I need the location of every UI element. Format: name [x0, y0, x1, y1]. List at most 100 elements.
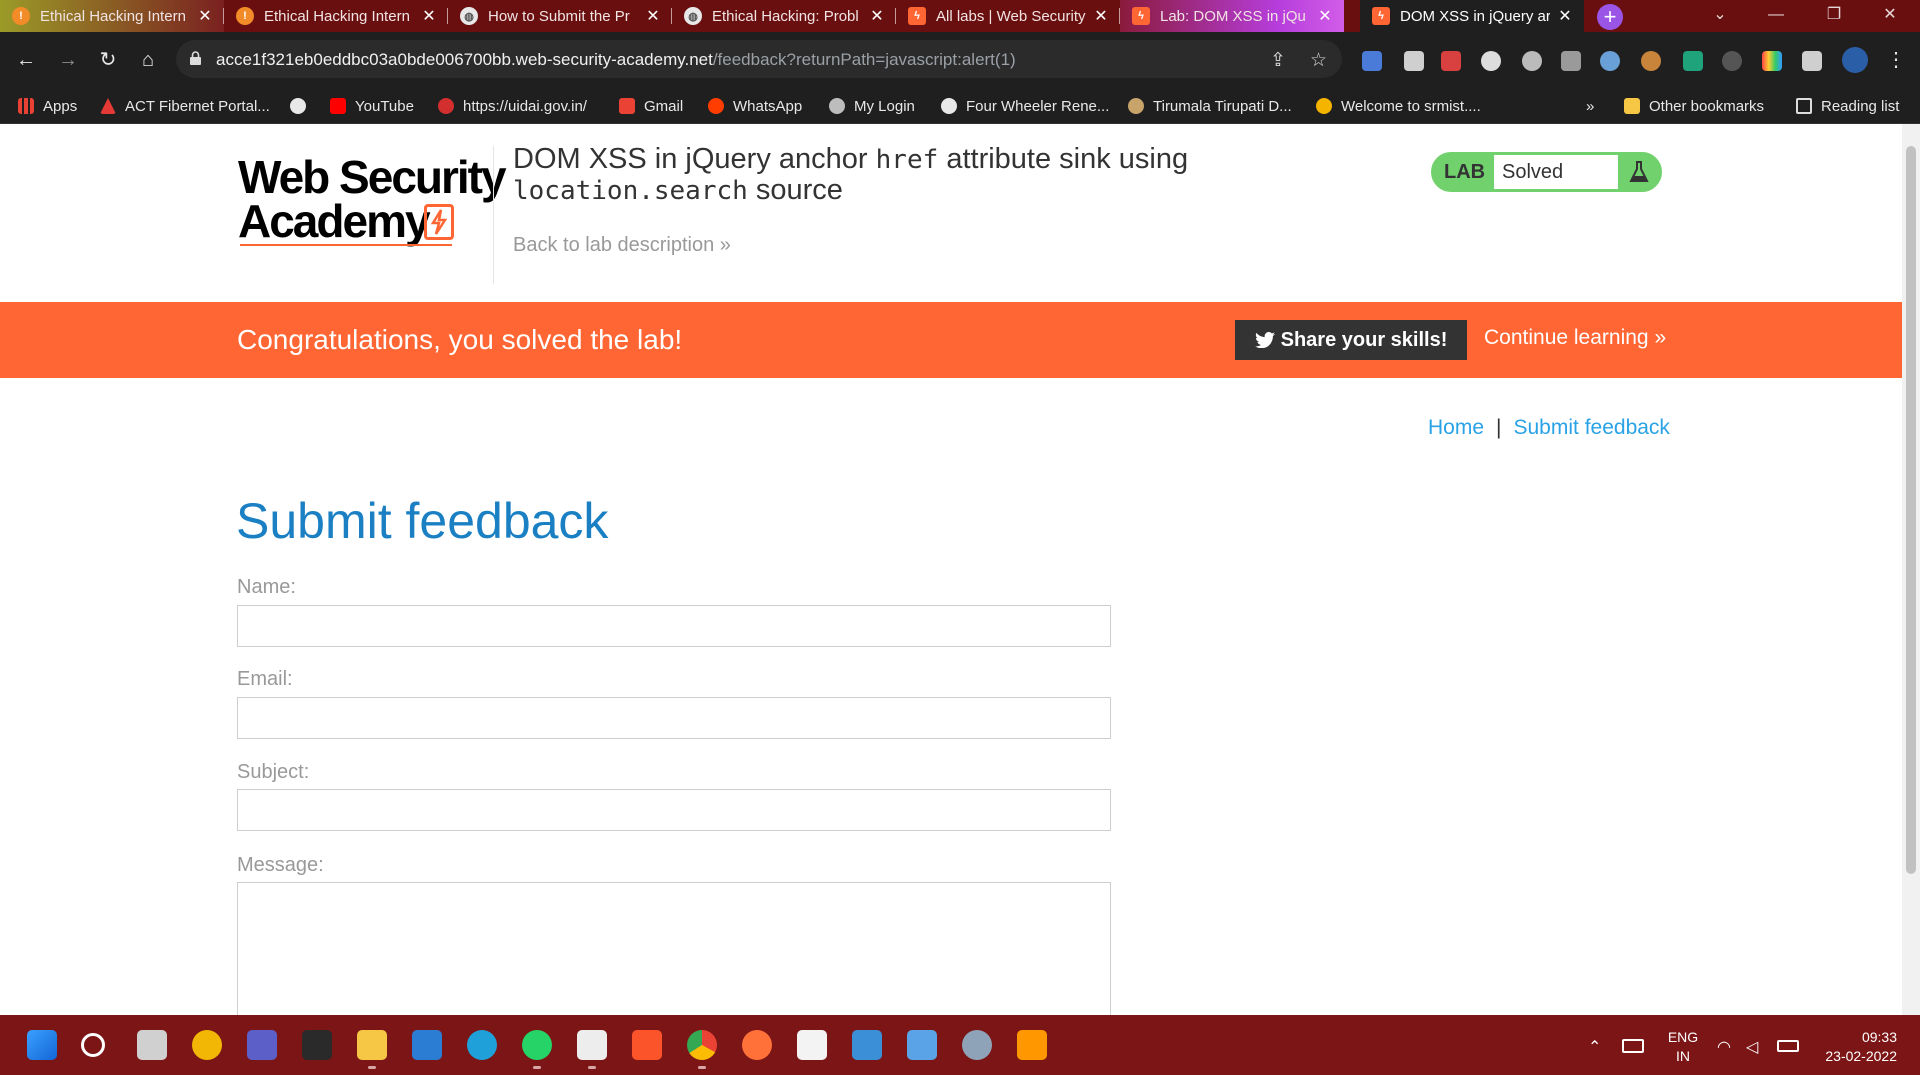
- bookmark-tirumala[interactable]: Tirumala Tirupati D...: [1128, 96, 1292, 116]
- extension-icon[interactable]: [1561, 51, 1581, 71]
- sublime-text-icon[interactable]: [1017, 1030, 1047, 1060]
- bookmark-my-login[interactable]: My Login: [829, 96, 915, 116]
- share-skills-button[interactable]: Share your skills!: [1235, 320, 1467, 360]
- close-tab-icon[interactable]: ✕: [868, 6, 886, 26]
- teams-chat-icon[interactable]: [247, 1030, 277, 1060]
- page-scrollbar[interactable]: [1902, 124, 1920, 1015]
- wifi-icon[interactable]: ◠: [1717, 1037, 1739, 1056]
- bookmarks-overflow-button[interactable]: »: [1586, 96, 1594, 116]
- bookmark-star-icon[interactable]: ☆: [1310, 49, 1327, 72]
- tab-title: Ethical Hacking: Probl: [712, 7, 859, 25]
- photos-icon[interactable]: [852, 1030, 882, 1060]
- globe-icon: ◍: [460, 7, 478, 25]
- close-tab-icon[interactable]: ✕: [196, 6, 214, 26]
- message-textarea[interactable]: [237, 882, 1111, 1015]
- mail-icon[interactable]: [412, 1030, 442, 1060]
- subject-field[interactable]: [237, 789, 1111, 831]
- back-arrow-icon[interactable]: ←: [12, 46, 40, 74]
- battery-icon[interactable]: [1777, 1040, 1799, 1052]
- browser-tab[interactable]: ◍ Ethical Hacking: Probl ✕: [672, 0, 896, 32]
- continue-learning-link[interactable]: Continue learning »: [1484, 326, 1666, 350]
- firefox-icon[interactable]: [742, 1030, 772, 1060]
- clock[interactable]: 09:33 23-02-2022: [1817, 1028, 1897, 1066]
- snipping-tool-icon[interactable]: [577, 1030, 607, 1069]
- other-bookmarks-folder[interactable]: Other bookmarks: [1624, 96, 1764, 116]
- menu-dots-icon[interactable]: ⋮: [1882, 46, 1910, 74]
- speaker-muted-icon[interactable]: ◁: [1746, 1037, 1768, 1056]
- close-window-button[interactable]: ✕: [1862, 0, 1918, 30]
- bookmark-srmist[interactable]: Welcome to srmist....: [1316, 96, 1481, 116]
- profile-avatar[interactable]: [1842, 47, 1868, 73]
- brave-icon[interactable]: [632, 1030, 662, 1060]
- url-text[interactable]: acce1f321eb0eddbc03a0bde006700bb.web-sec…: [216, 50, 1016, 70]
- bookmark-gmail[interactable]: Gmail: [619, 96, 683, 116]
- close-tab-icon[interactable]: ✕: [1556, 6, 1574, 26]
- browser-tab[interactable]: ϟ All labs | Web Security ✕: [896, 0, 1120, 32]
- input-language[interactable]: ENG IN: [1665, 1028, 1701, 1066]
- browser-tab[interactable]: ! Ethical Hacking Intern ✕: [0, 0, 224, 32]
- name-field[interactable]: [237, 605, 1111, 647]
- bookmark-apps[interactable]: Apps: [18, 96, 77, 116]
- browser-tab[interactable]: ◍ How to Submit the Pr ✕: [448, 0, 672, 32]
- extension-icon[interactable]: [1600, 51, 1620, 71]
- task-view-icon[interactable]: [137, 1030, 167, 1060]
- browser-tab[interactable]: ϟ Lab: DOM XSS in jQu ✕: [1120, 0, 1344, 32]
- whatsapp-icon[interactable]: [522, 1030, 552, 1069]
- bookmark-youtube[interactable]: YouTube: [330, 96, 414, 116]
- bookmark-four-wheeler[interactable]: Four Wheeler Rene...: [941, 96, 1109, 116]
- home-icon[interactable]: ⌂: [134, 46, 162, 74]
- forward-arrow-icon[interactable]: →: [54, 46, 82, 74]
- share-icon[interactable]: ⇪: [1270, 49, 1286, 72]
- store-icon[interactable]: [797, 1030, 827, 1060]
- edge-icon[interactable]: [467, 1030, 497, 1060]
- reading-list-button[interactable]: Reading list: [1796, 96, 1899, 116]
- solved-banner: Congratulations, you solved the lab! Sha…: [0, 302, 1902, 378]
- web-security-academy-logo[interactable]: Web Security Academy: [238, 150, 507, 250]
- windows-start-icon[interactable]: [27, 1030, 57, 1060]
- close-tab-icon[interactable]: ✕: [420, 6, 438, 26]
- shield-extension-icon[interactable]: [1683, 51, 1703, 71]
- close-tab-icon[interactable]: ✕: [1316, 6, 1334, 26]
- file-explorer-icon[interactable]: [357, 1030, 387, 1069]
- minimize-button[interactable]: —: [1748, 0, 1804, 30]
- clipboard-extension-icon[interactable]: [1404, 51, 1424, 71]
- lock-icon[interactable]: [190, 51, 201, 65]
- restore-button[interactable]: ❐: [1806, 0, 1862, 30]
- widgets-icon[interactable]: [192, 1030, 222, 1060]
- terminal-icon[interactable]: [302, 1030, 332, 1060]
- header-divider: [493, 146, 494, 284]
- close-tab-icon[interactable]: ✕: [1092, 6, 1110, 26]
- reload-icon[interactable]: ↻: [94, 46, 122, 74]
- breadcrumb-home-link[interactable]: Home: [1428, 416, 1484, 439]
- bookmark-whatsapp[interactable]: WhatsApp: [708, 96, 802, 116]
- bookmark-label: Gmail: [644, 97, 684, 115]
- search-icon[interactable]: [81, 1033, 105, 1057]
- address-bar[interactable]: acce1f321eb0eddbc03a0bde006700bb.web-sec…: [176, 40, 1342, 78]
- bookmark-label: https://uidai.gov.in/: [463, 97, 587, 115]
- browser-tab[interactable]: ! Ethical Hacking Intern ✕: [224, 0, 448, 32]
- speed-extension-icon[interactable]: [1722, 51, 1742, 71]
- settings-gear-icon[interactable]: [962, 1030, 992, 1060]
- puzzle-extensions-icon[interactable]: [1802, 51, 1822, 71]
- chrome-icon[interactable]: [687, 1030, 717, 1069]
- translate-extension-icon[interactable]: [1362, 51, 1382, 71]
- cookie-extension-icon[interactable]: [1641, 51, 1661, 71]
- tab-search-icon[interactable]: ⌄: [1692, 0, 1748, 30]
- browser-tab-active[interactable]: ϟ DOM XSS in jQuery ar ✕: [1360, 0, 1584, 32]
- grammarly-extension-icon[interactable]: [1481, 51, 1501, 71]
- breadcrumb-submit-feedback-link[interactable]: Submit feedback: [1514, 416, 1670, 439]
- calendar-extension-icon[interactable]: [1441, 51, 1461, 71]
- keyboard-icon[interactable]: [1622, 1039, 1644, 1053]
- scrollbar-thumb[interactable]: [1906, 146, 1916, 874]
- bookmark-uidai[interactable]: https://uidai.gov.in/: [438, 96, 587, 116]
- monitor-icon[interactable]: [907, 1030, 937, 1060]
- new-tab-button[interactable]: +: [1597, 4, 1623, 30]
- back-to-lab-description-link[interactable]: Back to lab description »: [513, 234, 731, 257]
- color-extension-icon[interactable]: [1762, 51, 1782, 71]
- bookmark-globe[interactable]: [290, 96, 315, 116]
- email-field[interactable]: [237, 697, 1111, 739]
- close-tab-icon[interactable]: ✕: [644, 6, 662, 26]
- chevron-up-icon[interactable]: ⌃: [1588, 1037, 1604, 1056]
- bookmark-act-fibernet[interactable]: ACT Fibernet Portal...: [100, 96, 270, 116]
- extension-icon[interactable]: [1522, 51, 1542, 71]
